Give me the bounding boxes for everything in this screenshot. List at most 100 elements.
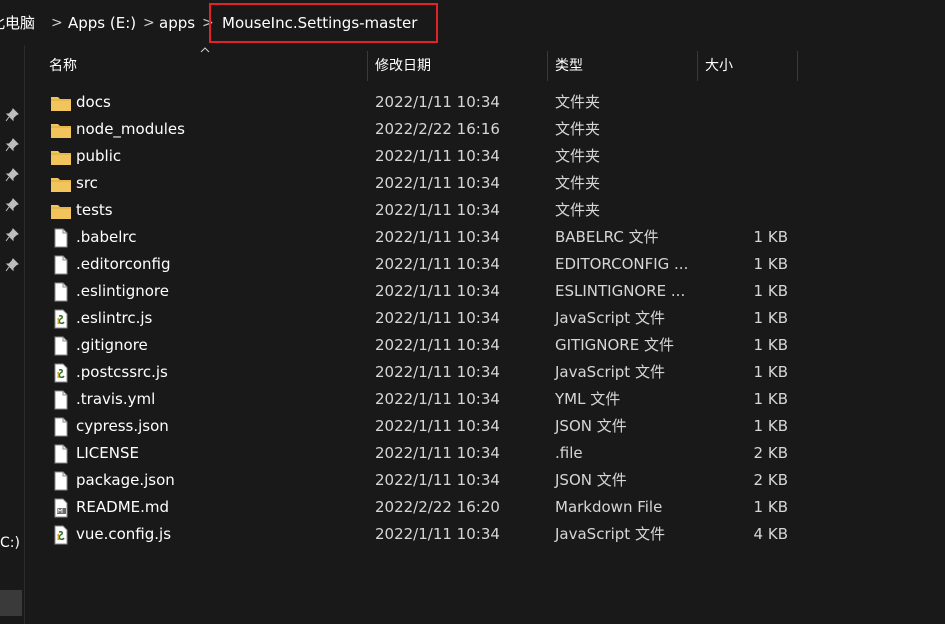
folder-icon bbox=[51, 97, 71, 111]
column-header-type[interactable]: 类型 bbox=[548, 51, 698, 81]
pin-icon[interactable] bbox=[5, 168, 19, 182]
file-date: 2022/1/11 10:34 bbox=[375, 444, 500, 462]
highlight-box bbox=[209, 3, 438, 43]
file-date: 2022/1/11 10:34 bbox=[375, 471, 500, 489]
file-name: src bbox=[76, 174, 98, 192]
file-size bbox=[725, 170, 788, 197]
file-size bbox=[725, 143, 788, 170]
file-type: ESLINTIGNORE ... bbox=[555, 282, 686, 300]
pin-icon[interactable] bbox=[5, 138, 19, 152]
nav-selected-item[interactable] bbox=[0, 590, 22, 616]
file-type: JSON 文件 bbox=[555, 417, 627, 435]
file-date: 2022/1/11 10:34 bbox=[375, 147, 500, 165]
pin-icon[interactable] bbox=[5, 228, 19, 242]
pin-icon[interactable] bbox=[5, 198, 19, 212]
file-name: vue.config.js bbox=[76, 525, 172, 543]
table-row[interactable]: src 2022/1/11 10:34 文件夹 bbox=[25, 170, 945, 197]
table-row[interactable]: cypress.json 2022/1/11 10:34 JSON 文件 1 KB bbox=[25, 413, 945, 440]
file-icon bbox=[54, 417, 68, 437]
breadcrumb-separator-icon[interactable]: > bbox=[51, 12, 63, 34]
table-row[interactable]: LICENSE 2022/1/11 10:34 .file 2 KB bbox=[25, 440, 945, 467]
file-date: 2022/1/11 10:34 bbox=[375, 282, 500, 300]
address-bar[interactable]: 此电脑 > Apps (E:) > apps > MouseInc.Settin… bbox=[0, 0, 945, 45]
file-name: README.md bbox=[76, 498, 170, 516]
file-date: 2022/1/11 10:34 bbox=[375, 174, 500, 192]
file-size: 2 KB bbox=[753, 444, 788, 462]
file-name: .babelrc bbox=[76, 228, 137, 246]
table-row[interactable]: vue.config.js 2022/1/11 10:34 JavaScript 文… bbox=[25, 521, 945, 548]
table-row[interactable]: docs 2022/1/11 10:34 文件夹 bbox=[25, 89, 945, 116]
breadcrumb-apps[interactable]: apps bbox=[159, 12, 195, 34]
table-row[interactable]: node_modules 2022/2/22 16:16 文件夹 bbox=[25, 116, 945, 143]
file-size: 2 KB bbox=[753, 471, 788, 489]
js-file-icon bbox=[54, 525, 68, 545]
table-row[interactable]: tests 2022/1/11 10:34 文件夹 bbox=[25, 197, 945, 224]
table-row[interactable]: .babelrc 2022/1/11 10:34 BABELRC 文件 1 KB bbox=[25, 224, 945, 251]
file-size: 1 KB bbox=[753, 498, 788, 516]
file-type: BABELRC 文件 bbox=[555, 228, 659, 246]
file-name: .eslintrc.js bbox=[76, 309, 153, 327]
file-type: JavaScript 文件 bbox=[555, 363, 665, 381]
file-type: EDITORCONFIG ... bbox=[555, 255, 689, 273]
table-row[interactable]: package.json 2022/1/11 10:34 JSON 文件 2 KB bbox=[25, 467, 945, 494]
file-type: JavaScript 文件 bbox=[555, 525, 665, 543]
table-row[interactable]: README.md 2022/2/22 16:20 Markdown File 1 K… bbox=[25, 494, 945, 521]
file-date: 2022/1/11 10:34 bbox=[375, 93, 500, 111]
markdown-file-icon bbox=[54, 498, 68, 518]
file-size: 1 KB bbox=[753, 417, 788, 435]
file-size: 4 KB bbox=[753, 525, 788, 543]
file-date: 2022/1/11 10:34 bbox=[375, 417, 500, 435]
folder-icon bbox=[51, 124, 71, 138]
table-row[interactable]: .travis.yml 2022/1/11 10:34 YML 文件 1 KB bbox=[25, 386, 945, 413]
file-name: node_modules bbox=[76, 120, 185, 138]
column-header-name[interactable]: 名称 bbox=[42, 51, 368, 81]
file-type: GITIGNORE 文件 bbox=[555, 336, 674, 354]
file-date: 2022/2/22 16:16 bbox=[375, 120, 500, 138]
table-row[interactable]: .postcssrc.js 2022/1/11 10:34 JavaScript 文… bbox=[25, 359, 945, 386]
breadcrumb-drive[interactable]: Apps (E:) bbox=[68, 12, 136, 34]
file-icon bbox=[54, 228, 68, 248]
table-row[interactable]: .eslintrc.js 2022/1/11 10:34 JavaScript 文件… bbox=[25, 305, 945, 332]
file-type: JSON 文件 bbox=[555, 471, 627, 489]
folder-icon bbox=[51, 178, 71, 192]
file-date: 2022/2/22 16:20 bbox=[375, 498, 500, 516]
file-icon bbox=[54, 471, 68, 491]
js-file-icon bbox=[54, 363, 68, 383]
file-type: JavaScript 文件 bbox=[555, 309, 665, 327]
file-name: .travis.yml bbox=[76, 390, 156, 408]
column-header-size[interactable]: 大小 bbox=[698, 51, 798, 81]
file-type: 文件夹 bbox=[555, 174, 601, 192]
file-name: public bbox=[76, 147, 122, 165]
table-row[interactable]: public 2022/1/11 10:34 文件夹 bbox=[25, 143, 945, 170]
file-type: 文件夹 bbox=[555, 93, 601, 111]
table-row[interactable]: .gitignore 2022/1/11 10:34 GITIGNORE 文件 1 K… bbox=[25, 332, 945, 359]
pin-icon[interactable] bbox=[5, 258, 19, 272]
breadcrumb-this-pc[interactable]: 此电脑 bbox=[0, 12, 35, 34]
file-size: 1 KB bbox=[753, 282, 788, 300]
file-type: .file bbox=[555, 444, 583, 462]
file-icon bbox=[54, 444, 68, 464]
file-date: 2022/1/11 10:34 bbox=[375, 309, 500, 327]
js-file-icon bbox=[54, 309, 68, 329]
nav-drive-c[interactable]: C:) bbox=[0, 535, 20, 551]
file-name: cypress.json bbox=[76, 417, 169, 435]
file-size: 1 KB bbox=[753, 255, 788, 273]
file-name: tests bbox=[76, 201, 113, 219]
file-type: 文件夹 bbox=[555, 147, 601, 165]
table-row[interactable]: .eslintignore 2022/1/11 10:34 ESLINTIGNORE… bbox=[25, 278, 945, 305]
file-name: .gitignore bbox=[76, 336, 148, 354]
breadcrumb-separator-icon[interactable]: > bbox=[143, 12, 155, 34]
file-date: 2022/1/11 10:34 bbox=[375, 228, 500, 246]
file-type: YML 文件 bbox=[555, 390, 621, 408]
file-size bbox=[725, 89, 788, 116]
folder-icon bbox=[51, 151, 71, 165]
file-name: .editorconfig bbox=[76, 255, 171, 273]
file-type: 文件夹 bbox=[555, 201, 601, 219]
column-header-date[interactable]: 修改日期 bbox=[368, 51, 548, 81]
pin-icon[interactable] bbox=[5, 108, 19, 122]
file-size bbox=[725, 197, 788, 224]
file-date: 2022/1/11 10:34 bbox=[375, 255, 500, 273]
file-name: .eslintignore bbox=[76, 282, 169, 300]
table-row[interactable]: .editorconfig 2022/1/11 10:34 EDITORCONFIG… bbox=[25, 251, 945, 278]
file-icon bbox=[54, 255, 68, 275]
